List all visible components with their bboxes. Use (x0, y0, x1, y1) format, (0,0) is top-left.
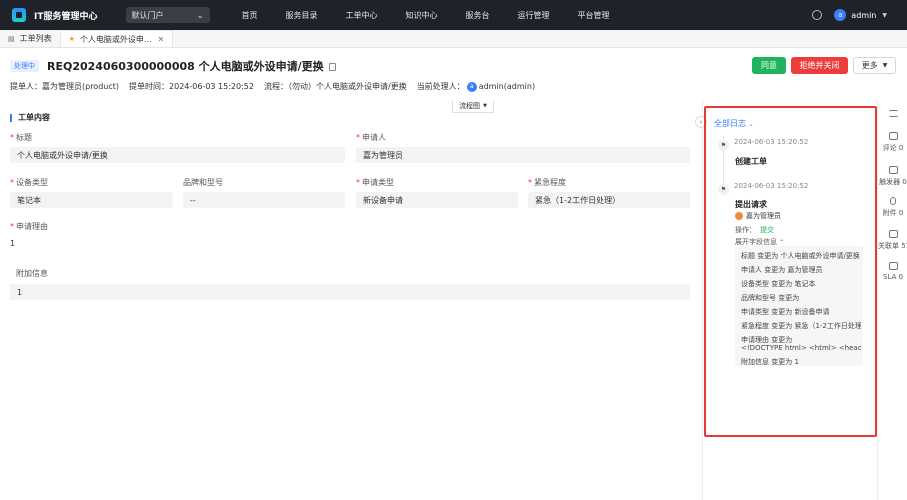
field-changes: 标题 变更为 个人电脑或外设申请/更换 申请人 变更为 嘉为管理员 设备类型 变… (735, 246, 863, 366)
rail-related[interactable]: 关联单 51 (878, 230, 907, 251)
link-icon (888, 230, 898, 238)
close-icon[interactable]: ✕ (158, 35, 165, 44)
tab-label: 个人电脑或外设申... (79, 34, 152, 44)
rail-triggers[interactable]: 触发器 0 (878, 166, 907, 187)
paperclip-icon (890, 197, 896, 205)
right-rail: 评论 0 触发器 0 附件 0 关联单 51 SLA 0 (877, 100, 907, 500)
tab-ticket-detail[interactable]: ★ 个人电脑或外设申... ✕ (59, 30, 174, 47)
request-type-label: * 申请类型 (356, 178, 394, 187)
brand-label: 品牌和型号 (183, 178, 223, 187)
brand-field[interactable]: -- (183, 192, 345, 208)
log-operation: 操作： 提交 (735, 226, 774, 234)
log-event: 提出请求 (735, 200, 767, 209)
avatar[interactable]: a (834, 9, 847, 21)
tab-label: 工单列表 (19, 34, 52, 43)
extra-info-label: 附加信息 (16, 269, 48, 278)
avatar (735, 212, 743, 220)
chevron-down-icon[interactable]: ▼ (882, 12, 887, 19)
title-label: * 标题 (10, 133, 32, 142)
app-title: IT服务管理中心 (34, 11, 98, 22)
change-item: <!DOCTYPE html> <html> <head> </h... (741, 344, 861, 352)
top-navbar: IT服务管理中心 默认门户 ⌄ 首页 服务目录 工单中心 知识中心 服务台 运行… (0, 0, 907, 30)
flowchart-toggle[interactable]: 流程图 ▼ (452, 100, 494, 113)
chevron-down-icon: ▼ (882, 62, 888, 69)
applicant-field[interactable]: 嘉为管理员 (356, 147, 690, 163)
list-icon (888, 110, 898, 117)
star-icon: ★ (68, 35, 75, 43)
change-item: 申请类型 变更为 新设备申请 (741, 308, 830, 316)
ticket-meta: 提单人：嘉为管理员(product) 提单时间：2024-06-03 15:20… (10, 81, 545, 92)
tab-ticket-list[interactable]: ▤ 工单列表 (0, 30, 60, 47)
menu-item-knowledge-center[interactable]: 知识中心 (406, 10, 438, 21)
applicant-label: * 申请人 (356, 133, 386, 142)
log-panel: 全部日志 ⌄ ⚑ 2024-06-03 15:20:52 创建工单 ⚑ 2024… (704, 106, 877, 437)
page-title: REQ2024060300000008 个人电脑或外设申请/更换 (47, 58, 336, 74)
device-type-field[interactable]: 笔记本 (10, 192, 173, 208)
flowchart-label: 流程图 (459, 102, 481, 110)
title-field[interactable]: 个人电脑或外设申请/更换 (10, 147, 345, 163)
status-badge: 处理中 (10, 60, 39, 72)
handler: admin(admin) (478, 82, 536, 91)
request-type-field[interactable]: 新设备申请 (356, 192, 518, 208)
change-item: 设备类型 变更为 笔记本 (741, 280, 816, 288)
trigger-icon (888, 166, 898, 174)
comment-icon (888, 132, 898, 140)
reject-close-button[interactable]: 拒绝并关闭 (791, 57, 848, 74)
menu-item-operations[interactable]: 运行管理 (518, 10, 550, 21)
portal-select-label: 默认门户 (131, 10, 164, 20)
main-menu: 首页 服务目录 工单中心 知识中心 服务台 运行管理 平台管理 (228, 10, 624, 21)
document-icon: ▤ (8, 34, 15, 43)
flag-icon: ⚑ (718, 184, 729, 195)
reason-label: * 申请理由 (10, 222, 48, 231)
change-item: 紧急程度 变更为 紧急（1-2工作日处理） (741, 322, 861, 330)
flow: 流程：（勿动）个人电脑或外设申请/更换 (263, 82, 407, 91)
change-item: 品牌和型号 变更为 (741, 294, 800, 302)
submitter: 提单人：嘉为管理员(product) (10, 82, 120, 91)
ticket-title: REQ2024060300000008 个人电脑或外设申请/更换 (47, 60, 324, 73)
menu-item-home[interactable]: 首页 (242, 10, 258, 21)
handler-label: 当前处理人： (416, 82, 465, 91)
log-user: 嘉为管理员 (735, 211, 781, 221)
urgency-label: * 紧急程度 (528, 178, 566, 187)
log-time: 2024-06-03 15:20:52 (734, 138, 809, 146)
more-button[interactable]: 更多 ▼ (853, 57, 896, 74)
user-name[interactable]: admin (851, 11, 876, 20)
log-event: 创建工单 (735, 157, 767, 166)
log-filter[interactable]: 全部日志 ⌄ (714, 118, 754, 129)
chevron-down-icon: ⌄ (748, 121, 754, 128)
chevron-down-icon: ⌄ (196, 10, 204, 20)
rail-menu[interactable] (878, 110, 907, 120)
agree-button[interactable]: 同意 (752, 57, 786, 74)
menu-item-service-desk[interactable]: 服务台 (466, 10, 490, 21)
rail-attachments[interactable]: 附件 0 (878, 197, 907, 218)
copy-icon[interactable] (328, 63, 336, 71)
tabs-bar: ▤ 工单列表 ★ 个人电脑或外设申... ✕ (0, 30, 907, 48)
extra-info-field[interactable]: 1 (10, 284, 690, 300)
change-item: 附加信息 变更为 1 (741, 358, 799, 366)
logo-icon (12, 8, 26, 22)
divider (702, 100, 703, 500)
avatar: a (466, 81, 477, 92)
change-item: 标题 变更为 个人电脑或外设申请/更换 (741, 252, 860, 260)
nav-right: a admin ▼ (812, 0, 887, 30)
rail-comments[interactable]: 评论 0 (878, 132, 907, 153)
log-time: 2024-06-03 15:20:52 (734, 182, 809, 190)
change-item: 申请人 变更为 嘉为管理员 (741, 266, 823, 274)
sla-icon (888, 262, 898, 270)
menu-item-ticket-center[interactable]: 工单中心 (346, 10, 378, 21)
menu-item-platform[interactable]: 平台管理 (578, 10, 610, 21)
portal-select[interactable]: 默认门户 ⌄ (125, 7, 210, 23)
urgency-field[interactable]: 紧急（1-2工作日处理） (528, 192, 690, 208)
rail-sla[interactable]: SLA 0 (878, 262, 907, 281)
device-type-label: * 设备类型 (10, 178, 48, 187)
chevron-down-icon: ▼ (483, 103, 487, 109)
gear-icon[interactable] (812, 10, 823, 20)
submit-time: 提单时间：2024-06-03 15:20:52 (129, 82, 254, 91)
reason-value: 1 (10, 239, 16, 248)
flag-icon: ⚑ (718, 140, 729, 151)
chevron-up-icon: ⌃ (779, 239, 785, 246)
section-title: 工单内容 (10, 114, 50, 122)
more-button-label: 更多 (861, 61, 878, 70)
menu-item-service-catalog[interactable]: 服务目录 (286, 10, 318, 21)
